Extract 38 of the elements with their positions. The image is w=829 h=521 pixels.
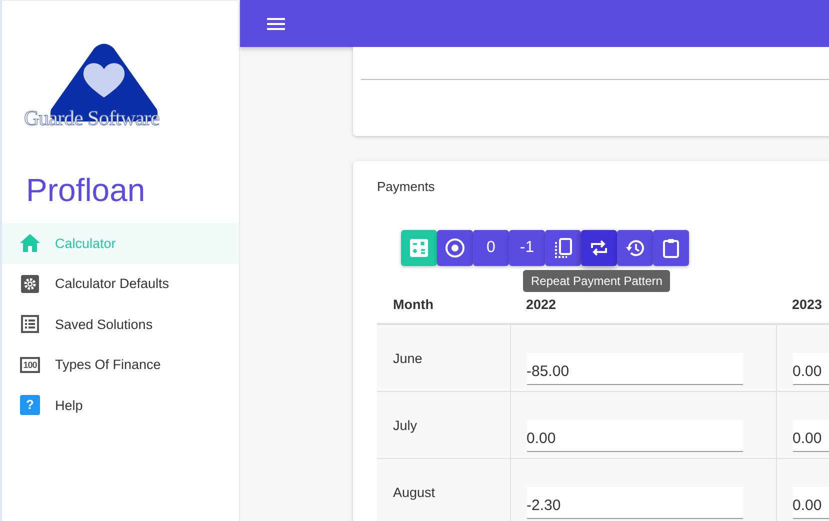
list-icon (20, 315, 40, 334)
app-title: Profloan (25, 171, 146, 210)
nav-item[interactable]: ? Help (2, 385, 239, 426)
settings-icon (20, 274, 40, 293)
calculator-icon (409, 238, 429, 258)
nav-item[interactable]: Calculator Defaults (2, 264, 239, 304)
nav-item[interactable]: 100 Types Of Finance (2, 344, 239, 385)
month-cell-text: July (393, 418, 418, 433)
radio-icon (445, 238, 465, 258)
column-header: 2022 (526, 296, 556, 312)
month-cell-text: August (393, 485, 436, 500)
amount-field[interactable]: -2.30 (526, 487, 742, 519)
home-icon (20, 234, 40, 252)
amount-field[interactable]: 0.00 (792, 353, 829, 385)
amount-field[interactable]: 0.00 (792, 487, 829, 519)
toolbar-button[interactable] (437, 230, 473, 266)
help-icon: ? (20, 395, 40, 416)
menu-icon[interactable] (267, 16, 285, 30)
card-title: Payments (377, 179, 436, 194)
toolbar-button[interactable] (617, 230, 653, 266)
amount-field[interactable]: 0.00 (526, 420, 742, 452)
counter-icon: 100 (20, 356, 40, 373)
nav-item[interactable]: Saved Solutions (2, 304, 239, 344)
toolbar-button[interactable]: 0 (473, 230, 509, 266)
amount-field[interactable]: -85.00 (526, 353, 742, 385)
toolbar-button[interactable] (581, 230, 617, 266)
history-icon (625, 238, 645, 258)
toolbar-button[interactable] (545, 230, 581, 266)
toolbar-button[interactable]: -1 (509, 230, 545, 266)
clipboard-icon (661, 238, 681, 258)
repeat-icon (589, 238, 609, 258)
tooltip: Repeat Payment Pattern (523, 270, 670, 292)
copy-icon (553, 238, 573, 258)
toolbar-button[interactable] (653, 230, 689, 266)
column-header: Month (393, 296, 434, 312)
column-header: 2023 (792, 296, 822, 312)
amount-field[interactable]: 0.00 (792, 420, 829, 452)
month-cell-text: June (393, 351, 424, 366)
